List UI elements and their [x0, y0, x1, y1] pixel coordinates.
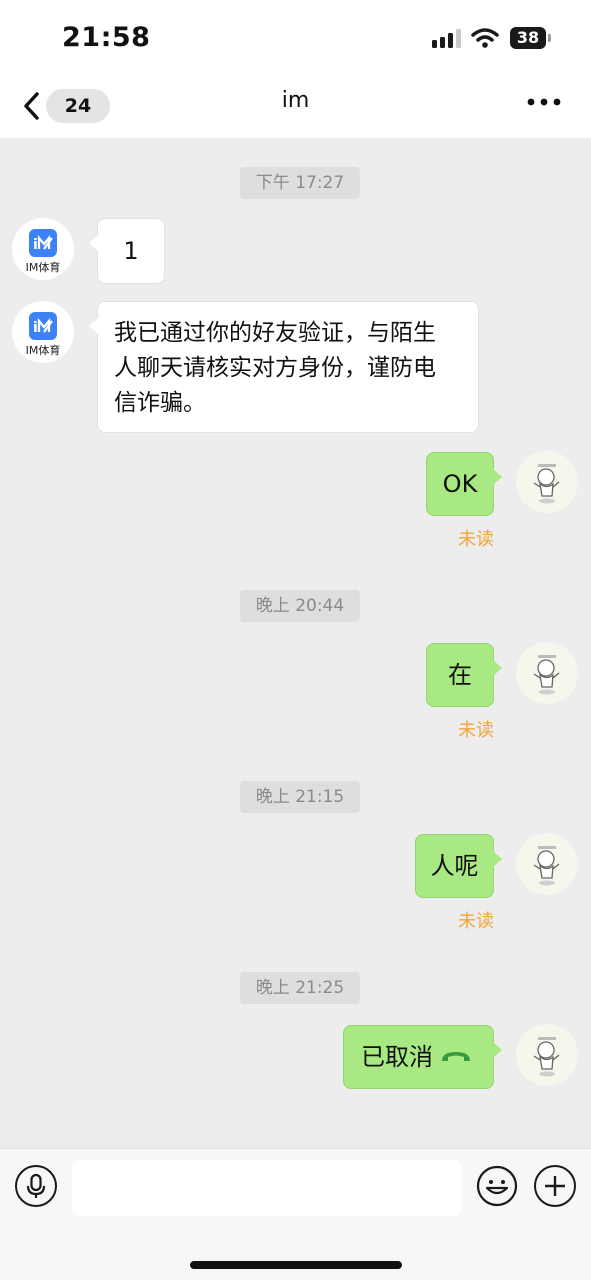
message-text: 人呢: [430, 852, 479, 880]
avatar[interactable]: [516, 833, 578, 895]
nav-bar: 24 im: [0, 80, 591, 138]
unread-status: 未读: [458, 720, 494, 741]
battery-icon: 38: [510, 27, 551, 49]
message-text: OK: [442, 470, 478, 498]
avatar[interactable]: [516, 451, 578, 513]
message-text: 已取消: [361, 1043, 433, 1071]
cartoon-avatar-icon: [533, 1037, 560, 1077]
message-input[interactable]: [72, 1160, 462, 1216]
message-bubble[interactable]: 在: [426, 643, 502, 707]
avatar[interactable]: i IM体育: [12, 301, 74, 363]
message-text-line: 信诈骗。: [114, 390, 206, 416]
im-sports-logo-icon: i: [29, 229, 57, 257]
voice-button[interactable]: [15, 1165, 57, 1207]
battery-level: 38: [516, 28, 540, 47]
message-bubble[interactable]: 1: [89, 218, 165, 284]
emoji-icon[interactable]: [476, 1165, 518, 1207]
avatar[interactable]: i IM体育: [12, 218, 74, 280]
time-divider: 晚上 21:15: [239, 781, 361, 813]
signal-icon: [432, 29, 461, 48]
message-bubble[interactable]: 我已通过你的好友验证，与陌生 人聊天请核实对方身份，谨防电 信诈骗。: [89, 301, 479, 433]
message-text-line: 人聊天请核实对方身份，谨防电: [114, 355, 436, 381]
message-bubble[interactable]: OK: [426, 452, 502, 516]
avatar[interactable]: [516, 1024, 578, 1086]
more-icon[interactable]: [526, 94, 562, 110]
plus-button[interactable]: [534, 1165, 576, 1207]
chat-message-list[interactable]: 下午 17:27 i IM体育 1 i IM体育 我已通过你的好友验证，与陌生 …: [0, 138, 591, 1148]
wifi-icon: [471, 28, 499, 48]
unread-status: 未读: [458, 529, 494, 550]
input-bar: [0, 1148, 591, 1280]
status-bar: 21:58 38: [0, 0, 591, 80]
message-text-line: 我已通过你的好友验证，与陌生: [114, 320, 436, 346]
time-divider: 晚上 20:44: [239, 590, 361, 622]
chat-title: im: [281, 88, 310, 113]
message-text: 在: [448, 661, 472, 689]
avatar[interactable]: [516, 642, 578, 704]
svg-text:i: i: [33, 237, 38, 253]
call-message-bubble[interactable]: 已取消: [343, 1025, 502, 1089]
cartoon-avatar-icon: [533, 655, 560, 695]
microphone-icon: [26, 1173, 46, 1198]
message-bubble[interactable]: 人呢: [415, 834, 502, 898]
cartoon-avatar-icon: [533, 846, 560, 886]
avatar-label: IM体育: [25, 344, 61, 357]
svg-text:i: i: [33, 320, 38, 336]
cartoon-avatar-icon: [533, 464, 560, 504]
hangup-phone-icon: [442, 1052, 470, 1061]
time-divider: 晚上 21:25: [239, 972, 361, 1004]
im-sports-logo-icon: i: [29, 312, 57, 340]
time-divider: 下午 17:27: [239, 167, 361, 199]
unread-status: 未读: [458, 911, 494, 932]
home-indicator[interactable]: [190, 1261, 402, 1269]
status-time: 21:58: [62, 22, 151, 53]
plus-icon: [545, 1176, 565, 1196]
message-text: 1: [123, 237, 139, 265]
avatar-label: IM体育: [25, 261, 61, 274]
